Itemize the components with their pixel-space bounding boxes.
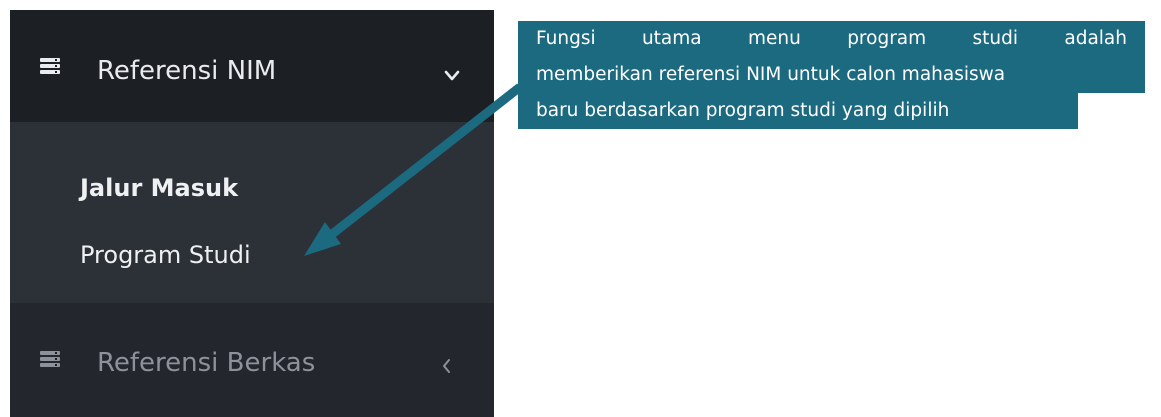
screenshot-stage: Referensi NIM Jalur Masuk Program Studi … [0,0,1161,417]
annotation-word: menu [747,28,801,49]
annotation-word: adalah [1064,28,1127,49]
annotation-line-3: baru berdasarkan program studi yang dipi… [518,93,1078,129]
annotation-callout: Fungsi utama menu program studi adalah m… [518,21,1145,129]
annotation-word: Fungsi [536,28,596,49]
annotation-word: utama [641,28,702,49]
annotation-word: studi [972,28,1019,49]
annotation-word: program [847,28,927,49]
annotation-line-2: memberikan referensi NIM untuk calon mah… [518,57,1145,93]
annotation-line-1: Fungsi utama menu program studi adalah [518,21,1145,57]
